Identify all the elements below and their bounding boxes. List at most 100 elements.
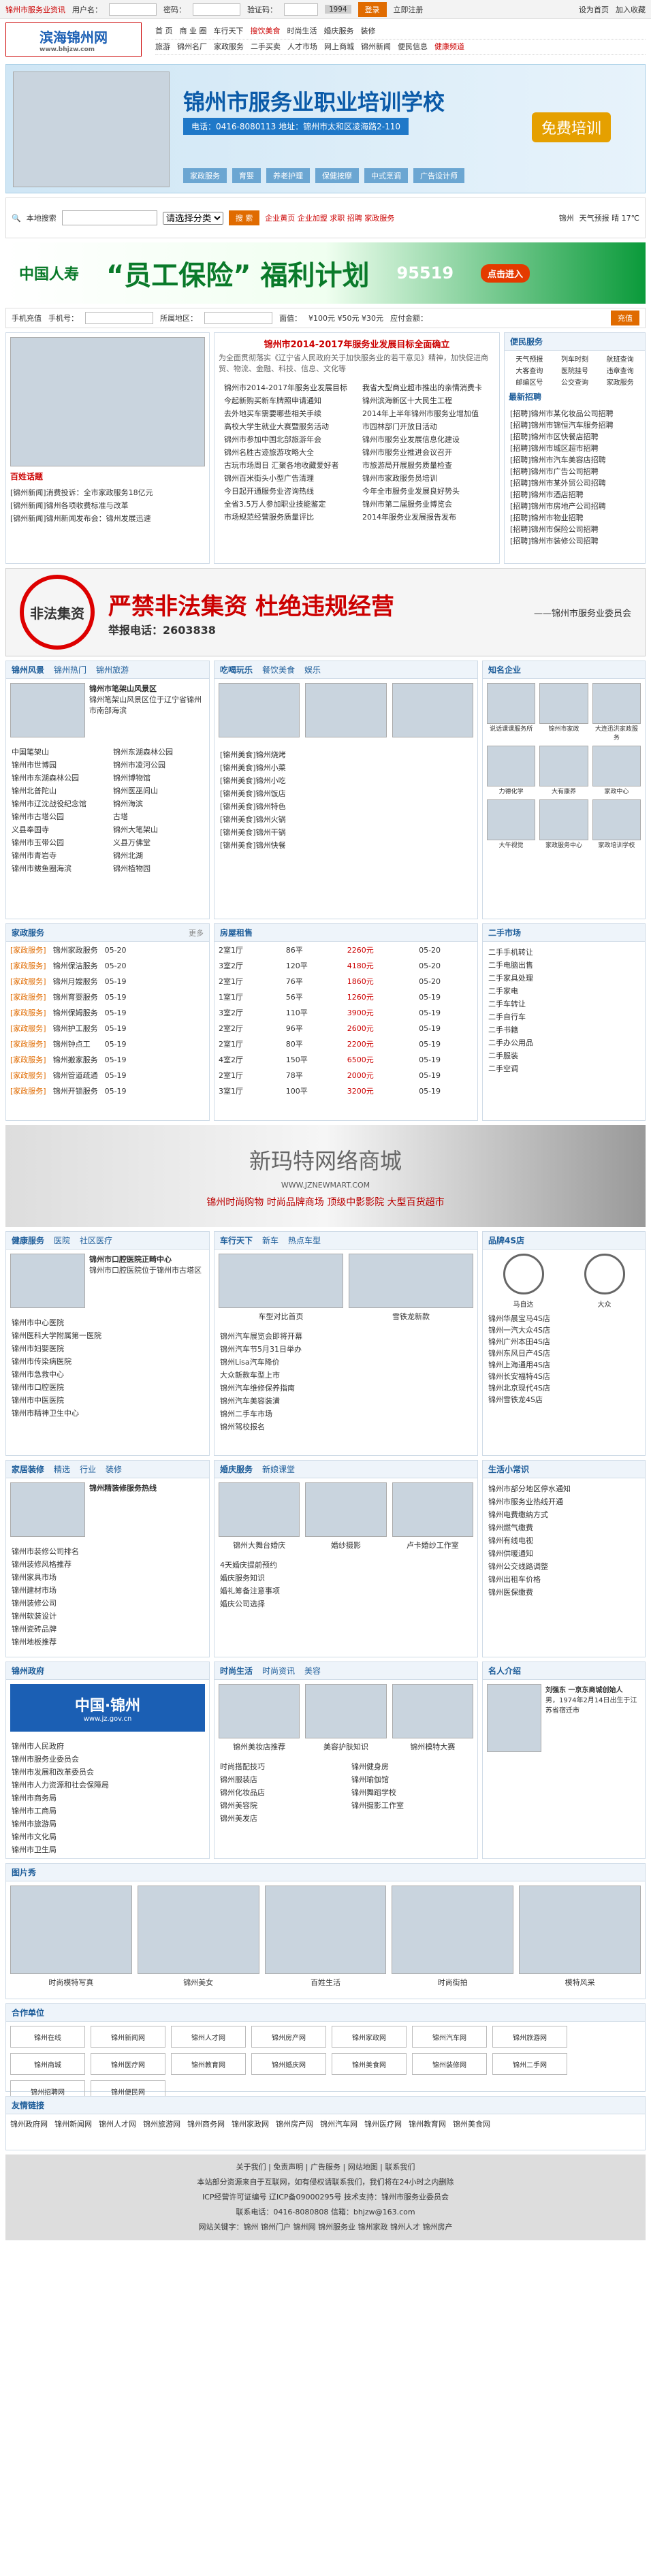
nav-item[interactable]: 商 业 圈 bbox=[180, 24, 207, 39]
featured-title[interactable]: 锦州市口腔医院正畸中心 bbox=[89, 1255, 172, 1264]
list-item[interactable]: [锦州美食]锦州干锅 bbox=[220, 826, 472, 839]
scenic-photo[interactable] bbox=[10, 683, 85, 737]
nav-item[interactable]: 便民信息 bbox=[398, 39, 428, 54]
password-input[interactable] bbox=[193, 3, 240, 16]
grid-link[interactable]: 违章查询 bbox=[598, 365, 642, 375]
news-photo[interactable] bbox=[10, 337, 205, 466]
list-item[interactable]: [锦州美食]锦州快餐 bbox=[220, 839, 472, 852]
list-item[interactable]: 锦州市参加中国北部旅游年会 bbox=[224, 433, 351, 446]
table-row[interactable]: 2室1厅 80平 2200元 05-19 bbox=[216, 1037, 476, 1051]
list-item[interactable]: 2014年上半年锦州市服务业增加值 bbox=[362, 407, 490, 420]
row-title[interactable]: 锦州保洁服务 bbox=[50, 959, 101, 973]
table-row[interactable]: [家政服务] 锦州搬家服务 05-19 bbox=[7, 1053, 129, 1067]
search-input[interactable] bbox=[61, 210, 157, 225]
list-item[interactable]: 锦州百米街头小型广告清理 bbox=[224, 472, 351, 485]
car-card[interactable]: 雪铁龙新款 bbox=[349, 1254, 473, 1322]
list-item[interactable]: 中国笔架山 bbox=[12, 746, 102, 759]
service-card[interactable]: 锦州市家政 bbox=[539, 683, 588, 742]
service-card[interactable]: 家政服务中心 bbox=[539, 799, 588, 849]
insurance-ad[interactable]: 中国人寿 “员工保险” 福利计划 95519 点击进入 bbox=[5, 242, 646, 304]
service-card[interactable]: 说话课课服务所 bbox=[487, 683, 536, 742]
nav-item[interactable]: 车行天下 bbox=[214, 24, 244, 39]
partner-logo[interactable]: 锦州房产网 bbox=[251, 2026, 326, 2048]
grid-link[interactable]: 航班查询 bbox=[598, 353, 642, 364]
captcha-image[interactable]: 1994 bbox=[325, 5, 351, 14]
list-item[interactable]: 锦州医科大学附属第一医院 bbox=[12, 1329, 204, 1342]
list-item[interactable]: 锦州北京现代4S店 bbox=[488, 1382, 639, 1394]
list-item[interactable]: [招聘]锦州市区快餐店招聘 bbox=[510, 431, 639, 443]
list-item[interactable]: 义县奉国寺 bbox=[12, 823, 102, 836]
nav-item[interactable]: 时尚生活 bbox=[287, 24, 317, 39]
list-item[interactable]: 婚礼筹备注意事项 bbox=[220, 1585, 472, 1597]
list-item[interactable]: 锦州市妇婴医院 bbox=[12, 1342, 204, 1355]
list-item[interactable]: 时尚搭配技巧 bbox=[220, 1760, 340, 1773]
nav-item[interactable]: 旅游 bbox=[155, 39, 170, 54]
list-item[interactable]: 锦州北湖 bbox=[113, 849, 204, 862]
table-row[interactable]: 3室2厅 120平 4180元 05-20 bbox=[216, 959, 476, 973]
list-item[interactable]: 锦州燃气缴费 bbox=[488, 1521, 639, 1534]
table-row[interactable]: 2室2厅 96平 2600元 05-19 bbox=[216, 1021, 476, 1036]
list-item[interactable]: 锦州市服务业发展信息化建设 bbox=[362, 433, 490, 446]
tab[interactable]: 锦州热门 bbox=[54, 664, 86, 675]
list-item[interactable]: 二手家具处理 bbox=[488, 972, 639, 985]
anti-fraud-ad[interactable]: 非法集资 严禁非法集资 杜绝违规经营 举报电话：2603838 ——锦州市服务业… bbox=[5, 568, 646, 656]
list-item[interactable]: 二手家电 bbox=[488, 985, 639, 998]
health-photo[interactable] bbox=[10, 1254, 85, 1308]
list-item[interactable]: 锦州雪铁龙4S店 bbox=[488, 1394, 639, 1405]
list-item[interactable]: [锦州美食]锦州烧烤 bbox=[220, 748, 472, 761]
partner-logo[interactable]: 锦州二手网 bbox=[492, 2053, 567, 2075]
nav-item-health[interactable]: 健康频道 bbox=[434, 39, 464, 54]
list-item[interactable]: 锦州市古塔公园 bbox=[12, 810, 102, 823]
list-item[interactable]: 锦州滨海新区十大民生工程 bbox=[362, 394, 490, 407]
nav-item[interactable]: 首 页 bbox=[155, 24, 173, 39]
list-item[interactable]: 大众新款车型上市 bbox=[220, 1369, 472, 1382]
list-item[interactable]: 锦州市人力资源和社会保障局 bbox=[12, 1779, 204, 1792]
list-item[interactable]: [招聘]锦州市锦恒汽车服务招聘 bbox=[510, 419, 639, 431]
recharge-button[interactable]: 充值 bbox=[611, 311, 639, 325]
person-card[interactable]: 刘强东 一京东商城创始人 男，1974年2月14日出生于江苏省宿迁市 bbox=[483, 1680, 645, 1756]
friend-link[interactable]: 锦州美食网 bbox=[453, 2118, 490, 2129]
list-item[interactable]: 义县万佛堂 bbox=[113, 836, 204, 849]
list-item[interactable]: [锦州美食]锦州饭店 bbox=[220, 787, 472, 800]
partner-logo[interactable]: 锦州旅游网 bbox=[492, 2026, 567, 2048]
row-title[interactable]: 锦州开锁服务 bbox=[50, 1084, 101, 1098]
partner-logo[interactable]: 锦州在线 bbox=[10, 2026, 85, 2048]
table-row[interactable]: 2室1厅 78平 2000元 05-19 bbox=[216, 1068, 476, 1083]
tab[interactable]: 新车 bbox=[262, 1235, 279, 1246]
search-links[interactable]: 企业黄页 企业加盟 求职 招聘 家政服务 bbox=[265, 212, 394, 223]
list-item[interactable]: 锦州市部分地区停水通知 bbox=[488, 1482, 639, 1495]
nav-item[interactable]: 婚庆服务 bbox=[324, 24, 354, 39]
list-item[interactable]: [招聘]锦州市某外贸公司招聘 bbox=[510, 477, 639, 489]
list-item[interactable]: 锦州市急救中心 bbox=[12, 1368, 204, 1381]
list-item[interactable]: 锦州公交线路调整 bbox=[488, 1560, 639, 1573]
list-item[interactable]: 锦州华晨宝马4S店 bbox=[488, 1313, 639, 1324]
list-item[interactable]: 婚庆公司选择 bbox=[220, 1597, 472, 1610]
list-item[interactable]: 锦州驾校报名 bbox=[220, 1420, 472, 1433]
tab[interactable]: 行业 bbox=[80, 1463, 96, 1475]
friend-link[interactable]: 锦州家政网 bbox=[232, 2118, 269, 2129]
list-item[interactable]: 锦州市东湖森林公园 bbox=[12, 772, 102, 784]
list-item[interactable]: 锦州市卫生局 bbox=[12, 1843, 204, 1856]
tab[interactable]: 装修 bbox=[106, 1463, 122, 1475]
list-item[interactable]: 全省3.5万人参加职业技能鉴定 bbox=[224, 498, 351, 511]
partner-logo[interactable]: 锦州商城 bbox=[10, 2053, 85, 2075]
table-row[interactable]: [家政服务] 锦州钟点工 05-19 bbox=[7, 1037, 129, 1051]
tab[interactable]: 新娘课堂 bbox=[262, 1463, 295, 1475]
list-item[interactable]: 锦州市装修公司排名 bbox=[12, 1545, 204, 1558]
list-item[interactable]: 去外地买车需要哪些相关手续 bbox=[224, 407, 351, 420]
list-item[interactable]: 锦州植物园 bbox=[113, 862, 204, 875]
list-item[interactable]: 锦州装修公司 bbox=[12, 1597, 204, 1610]
food-thumb[interactable] bbox=[305, 683, 387, 740]
row-title[interactable]: 锦州月嫂服务 bbox=[50, 974, 101, 989]
news-headline[interactable]: 锦州市2014-2017年服务业发展目标全面确立 bbox=[219, 337, 495, 350]
nav-item[interactable]: 二手买卖 bbox=[251, 39, 281, 54]
row-title[interactable]: 锦州钟点工 bbox=[50, 1037, 101, 1051]
service-card[interactable]: 家政中心 bbox=[592, 746, 641, 795]
row-title[interactable]: 锦州管道疏通 bbox=[50, 1068, 101, 1083]
list-item[interactable]: [招聘]锦州市酒店招聘 bbox=[510, 489, 639, 500]
list-item[interactable]: [锦州美食]锦州小吃 bbox=[220, 774, 472, 787]
list-item[interactable]: 锦州二手车市场 bbox=[220, 1408, 472, 1420]
nav-item[interactable]: 锦州名厂 bbox=[177, 39, 207, 54]
list-item[interactable]: 二手办公用品 bbox=[488, 1036, 639, 1049]
list-item[interactable]: 锦州摄影工作室 bbox=[351, 1799, 472, 1812]
